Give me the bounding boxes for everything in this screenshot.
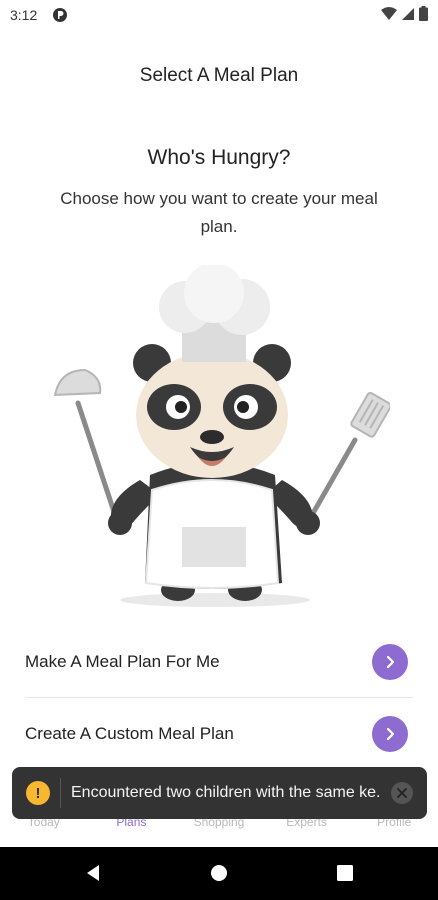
status-bar: 3:12 xyxy=(0,0,438,30)
status-icons xyxy=(381,6,428,21)
status-time: 3:12 xyxy=(10,7,38,23)
wifi-icon xyxy=(381,6,397,20)
toast-message: Encountered two children with the same k… xyxy=(71,784,381,801)
battery-icon xyxy=(419,6,428,21)
chevron-right-icon[interactable] xyxy=(372,644,408,680)
custom-meal-plan-label: Create A Custom Meal Plan xyxy=(25,724,234,743)
system-nav-bar xyxy=(0,847,438,900)
make-meal-plan-label: Make A Meal Plan For Me xyxy=(25,652,220,671)
close-icon[interactable] xyxy=(391,782,413,804)
signal-icon xyxy=(402,7,414,20)
divider xyxy=(25,697,413,698)
page-title: Select A Meal Plan xyxy=(139,65,299,86)
custom-meal-plan-option[interactable]: Create A Custom Meal Plan xyxy=(25,704,413,764)
warning-icon: ! xyxy=(26,781,50,805)
toast-separator xyxy=(60,778,61,808)
hero-heading: Who's Hungry? xyxy=(147,146,291,169)
recents-icon[interactable] xyxy=(336,864,354,882)
panda-chef-illustration xyxy=(53,265,390,607)
make-meal-plan-option[interactable]: Make A Meal Plan For Me xyxy=(25,632,413,692)
warning-toast[interactable]: ! Encountered two children with the same… xyxy=(12,767,427,819)
chevron-right-icon[interactable] xyxy=(372,716,408,752)
home-icon[interactable] xyxy=(210,864,228,882)
app-notification-icon xyxy=(53,8,67,22)
hero-subtext: Choose how you want to create your meal … xyxy=(60,189,378,236)
back-icon[interactable] xyxy=(84,864,102,882)
